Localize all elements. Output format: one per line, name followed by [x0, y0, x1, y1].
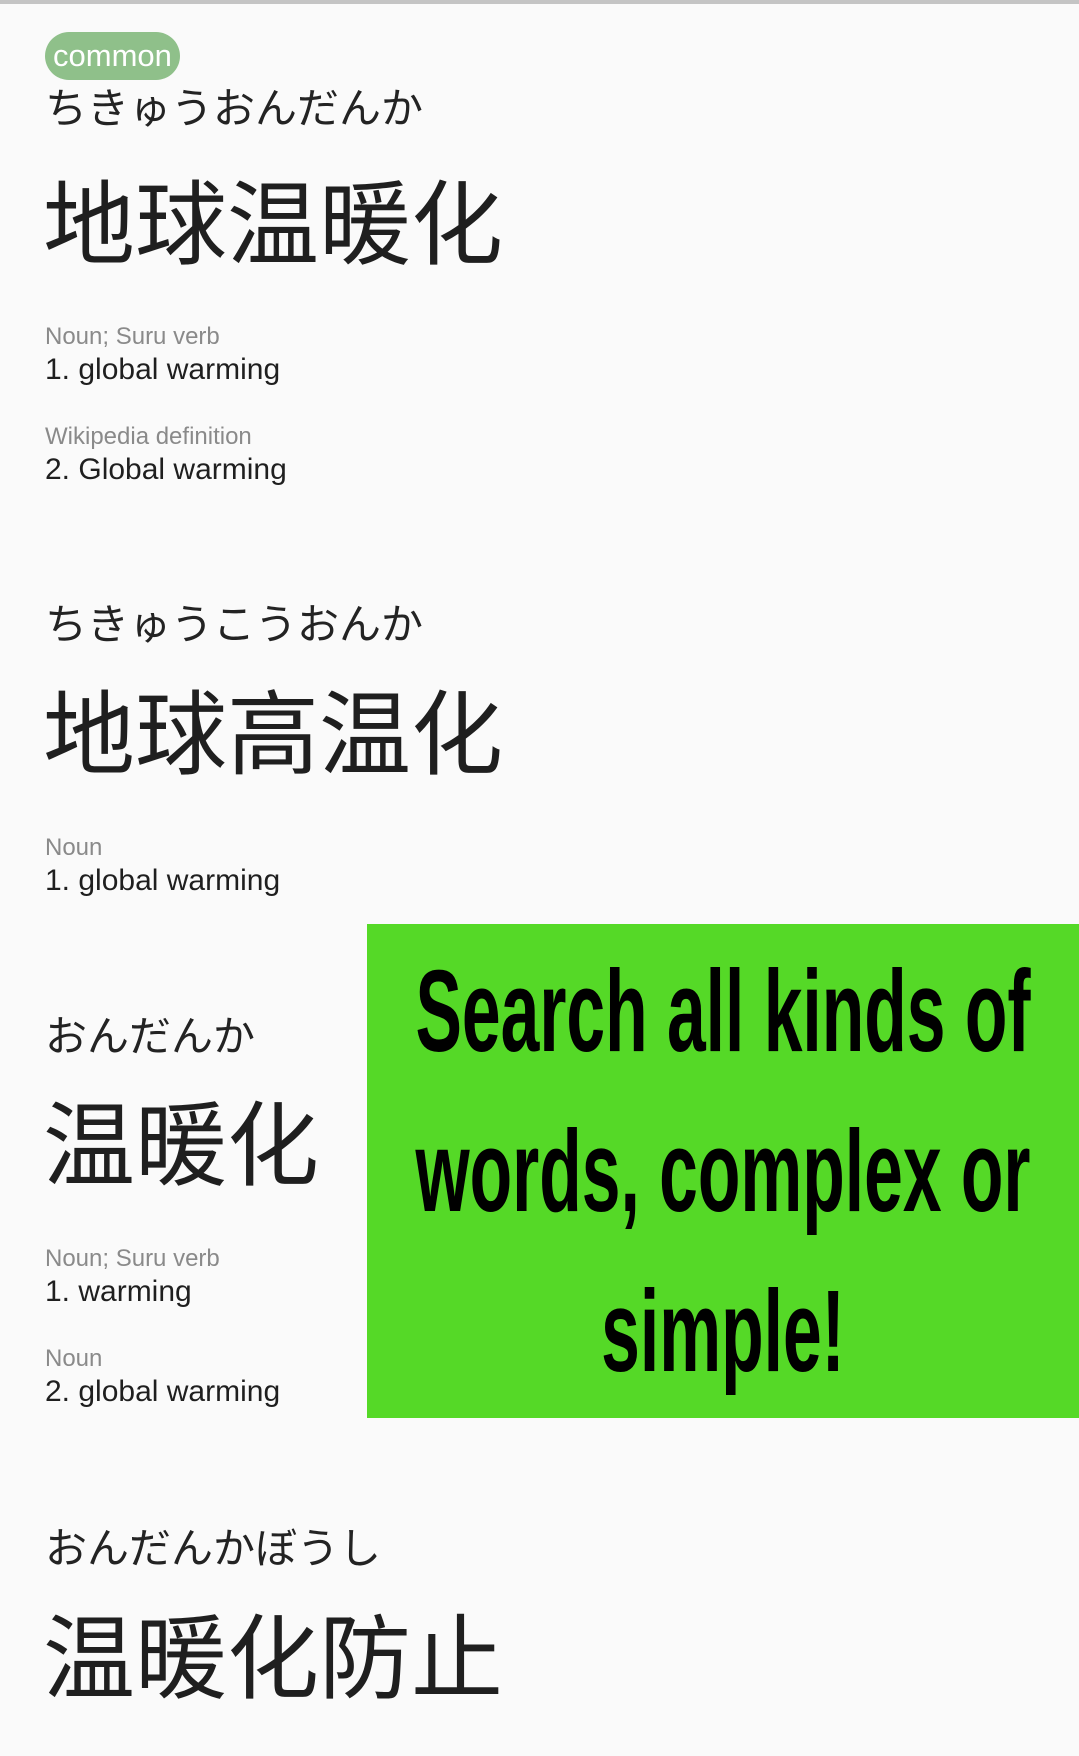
top-divider — [0, 0, 1079, 4]
definition: 1. warming — [45, 1275, 192, 1308]
definition: 2. Global warming — [45, 453, 287, 486]
entry-kanji: 温暖化 — [43, 1093, 320, 1200]
entry-kanji: 地球高温化 — [43, 682, 504, 789]
entry-reading: ちきゅうこうおんか — [45, 600, 424, 649]
part-of-speech: Noun; Suru verb — [45, 1245, 220, 1272]
result-entry[interactable]: おんだんか 温暖化 Noun; Suru verb 1. warming Nou… — [43, 1012, 365, 1432]
entry-kanji: 地球温暖化 — [43, 172, 504, 279]
definition: 1. global warming — [45, 864, 281, 897]
result-entry[interactable]: ちきゅうこうおんか 地球高温化 Noun 1. global warming — [43, 600, 1045, 900]
part-of-speech: Noun; Suru verb — [45, 323, 220, 350]
promo-text-wrapper: Search all kinds of words, complex or si… — [378, 931, 1068, 1411]
part-of-speech: Noun — [45, 834, 103, 861]
entry-kanji: 温暖化防止 — [43, 1606, 504, 1713]
definition: 2. global warming — [45, 1375, 281, 1408]
promo-text: Search all kinds of words, complex or si… — [415, 946, 1031, 1396]
common-badge: common — [45, 32, 180, 80]
entry-reading: おんだんかぼうし — [45, 1524, 382, 1573]
entry-reading: おんだんか — [45, 1012, 256, 1061]
result-entry[interactable]: おんだんかぼうし 温暖化防止 — [43, 1524, 1045, 1756]
promo-banner: Search all kinds of words, complex or si… — [367, 924, 1079, 1418]
definition: 1. global warming — [45, 353, 281, 386]
entry-reading: ちきゅうおんだんか — [45, 84, 424, 133]
part-of-speech: Noun — [45, 1345, 103, 1372]
part-of-speech: Wikipedia definition — [45, 423, 252, 450]
result-entry[interactable]: common ちきゅうおんだんか 地球温暖化 Noun; Suru verb 1… — [43, 32, 1045, 502]
